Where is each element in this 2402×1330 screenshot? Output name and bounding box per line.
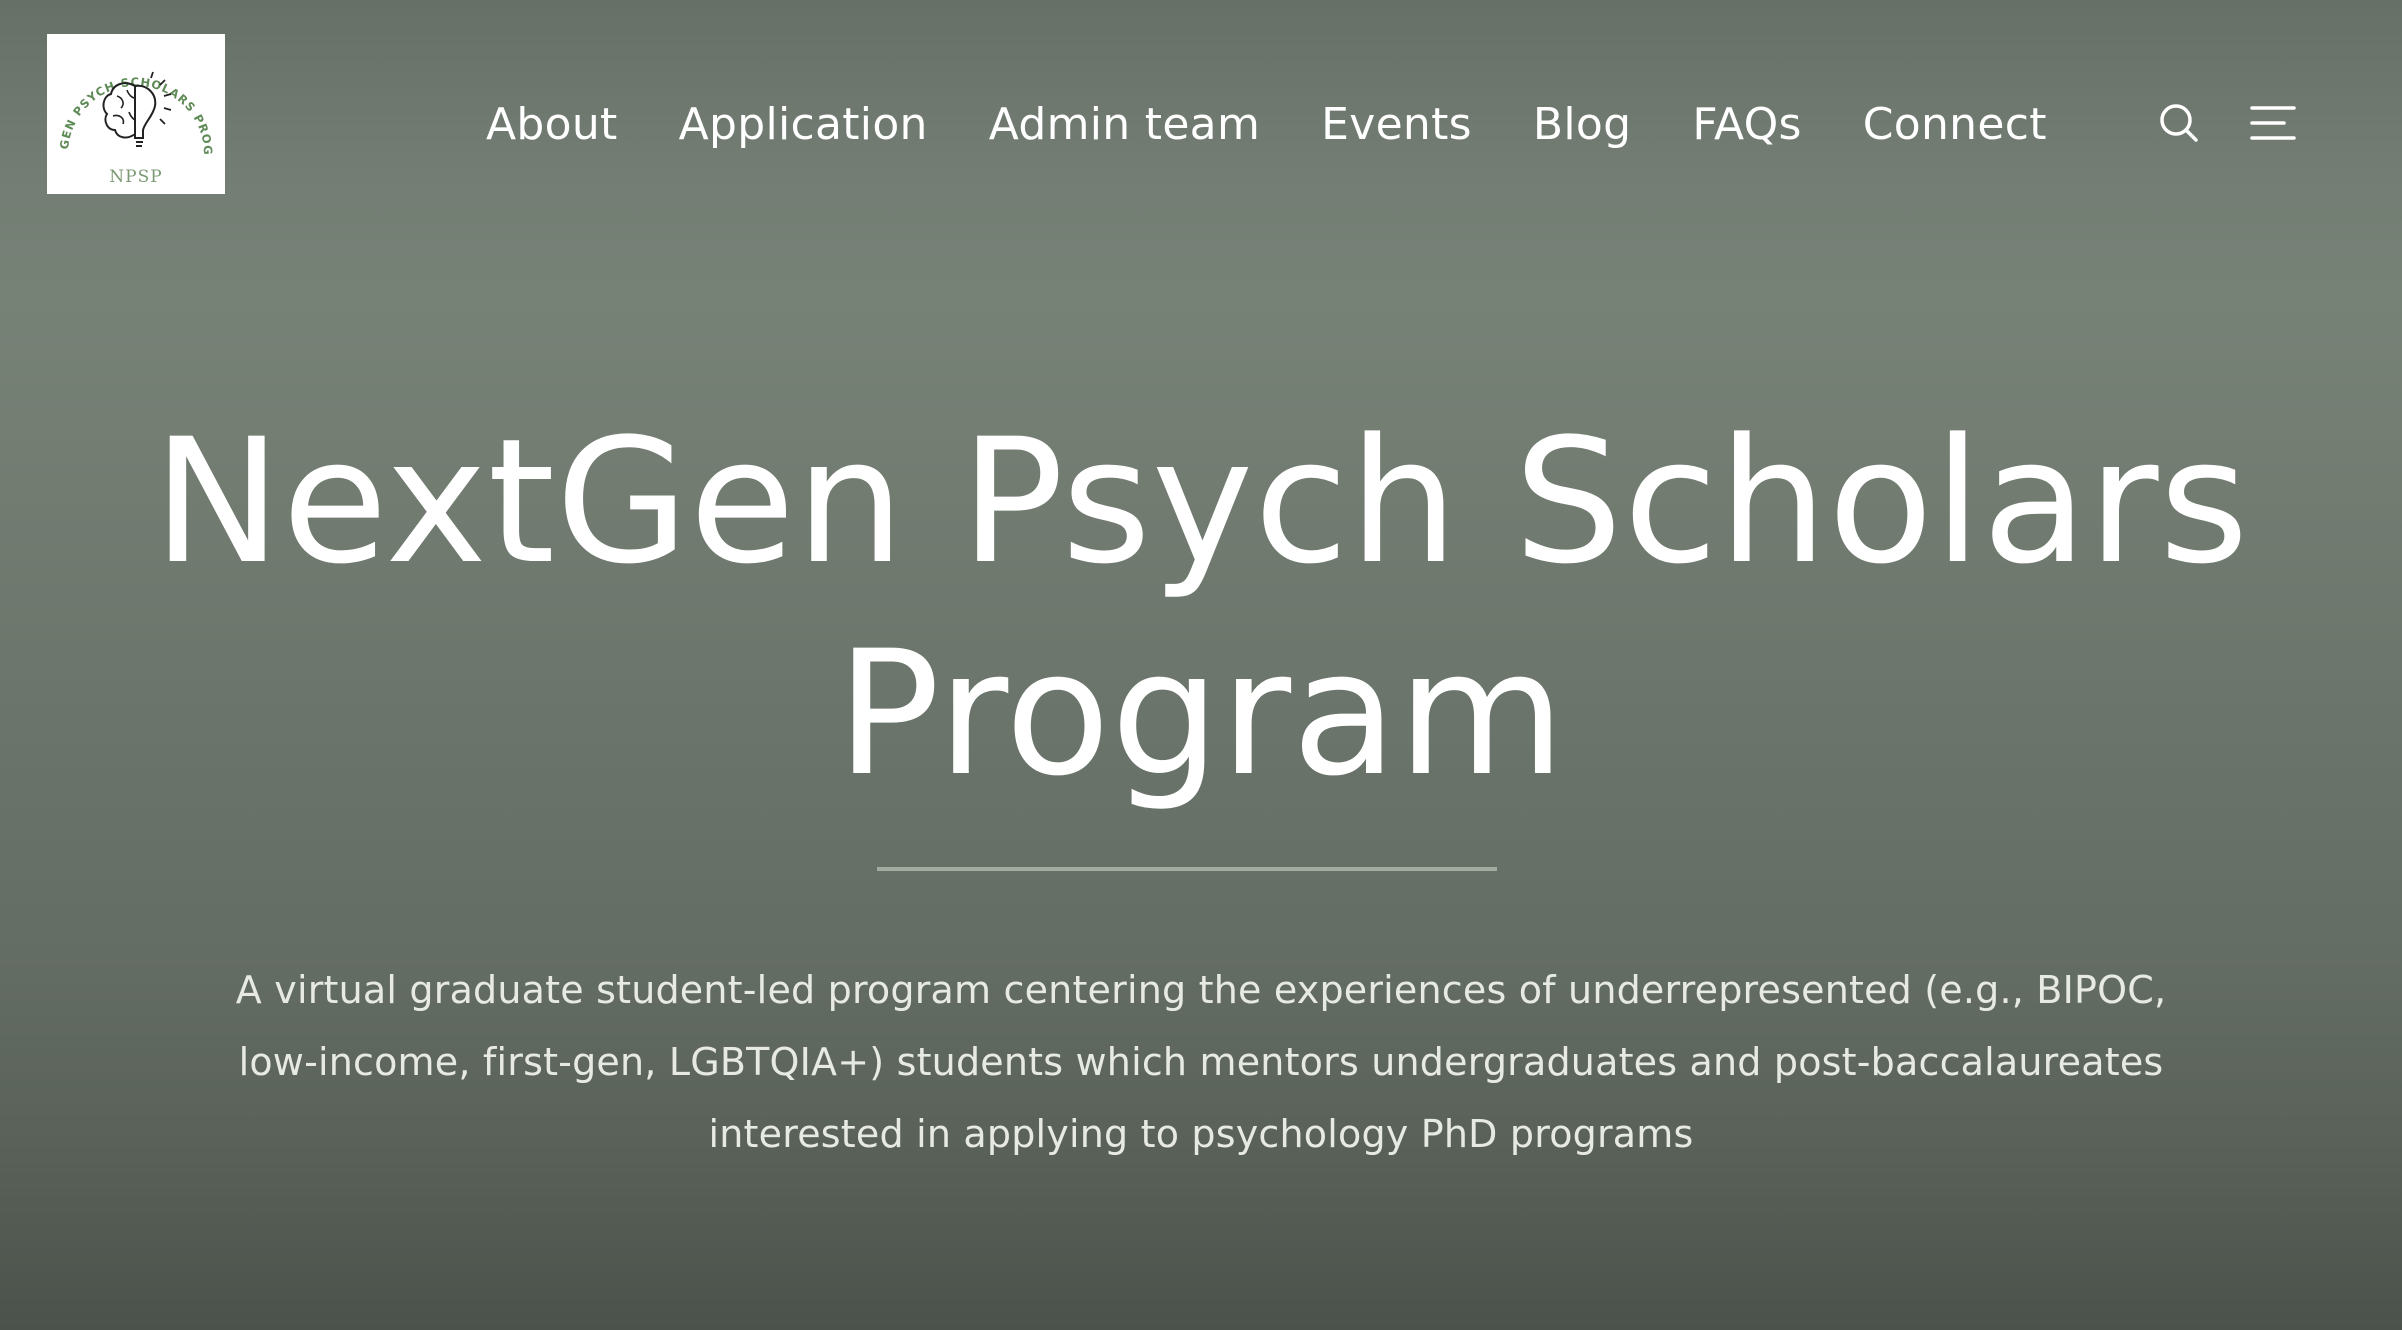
menu-button[interactable]	[2248, 98, 2298, 148]
menu-icon	[2250, 106, 2296, 140]
hero-subtitle-line-1: A virtual graduate student-led program c…	[235, 968, 2167, 1012]
nav-item-about[interactable]: About	[486, 99, 618, 150]
hero-subtitle-line-3: interested in applying to psychology PhD…	[708, 1112, 1694, 1156]
hero-subtitle-line-2: low-income, first-gen, LGBTQIA+) student…	[238, 1040, 2164, 1084]
brain-lightbulb-icon: NEXTGEN PSYCH SCHOLARS PROGRAM NPSP	[47, 34, 215, 187]
nav-item-connect[interactable]: Connect	[1863, 99, 2047, 150]
hero-title-line-2: Program	[836, 613, 1566, 814]
search-icon	[2160, 104, 2198, 142]
main-nav: About Application Admin team Events Blog…	[486, 92, 2047, 156]
nav-item-blog[interactable]: Blog	[1533, 99, 1631, 150]
site-logo[interactable]: NEXTGEN PSYCH SCHOLARS PROGRAM NPSP	[47, 34, 225, 194]
logo-abbreviation: NPSP	[109, 167, 162, 187]
search-button[interactable]	[2154, 98, 2204, 148]
nav-item-faqs[interactable]: FAQs	[1692, 99, 1801, 150]
hero-subtitle: A virtual graduate student-led program c…	[200, 954, 2202, 1170]
nav-item-application[interactable]: Application	[679, 99, 928, 150]
logo-ring-text: NEXTGEN PSYCH SCHOLARS PROGRAM	[47, 34, 214, 156]
hero-title-line-1: NextGen Psych Scholars	[152, 401, 2250, 602]
nav-item-admin-team[interactable]: Admin team	[989, 99, 1260, 150]
hero-divider	[877, 867, 1497, 871]
hero-title: NextGen Psych Scholars Program	[0, 396, 2402, 820]
nav-item-events[interactable]: Events	[1321, 99, 1472, 150]
svg-text:NEXTGEN PSYCH SCHOLARS PROGRAM: NEXTGEN PSYCH SCHOLARS PROGRAM	[47, 34, 215, 156]
